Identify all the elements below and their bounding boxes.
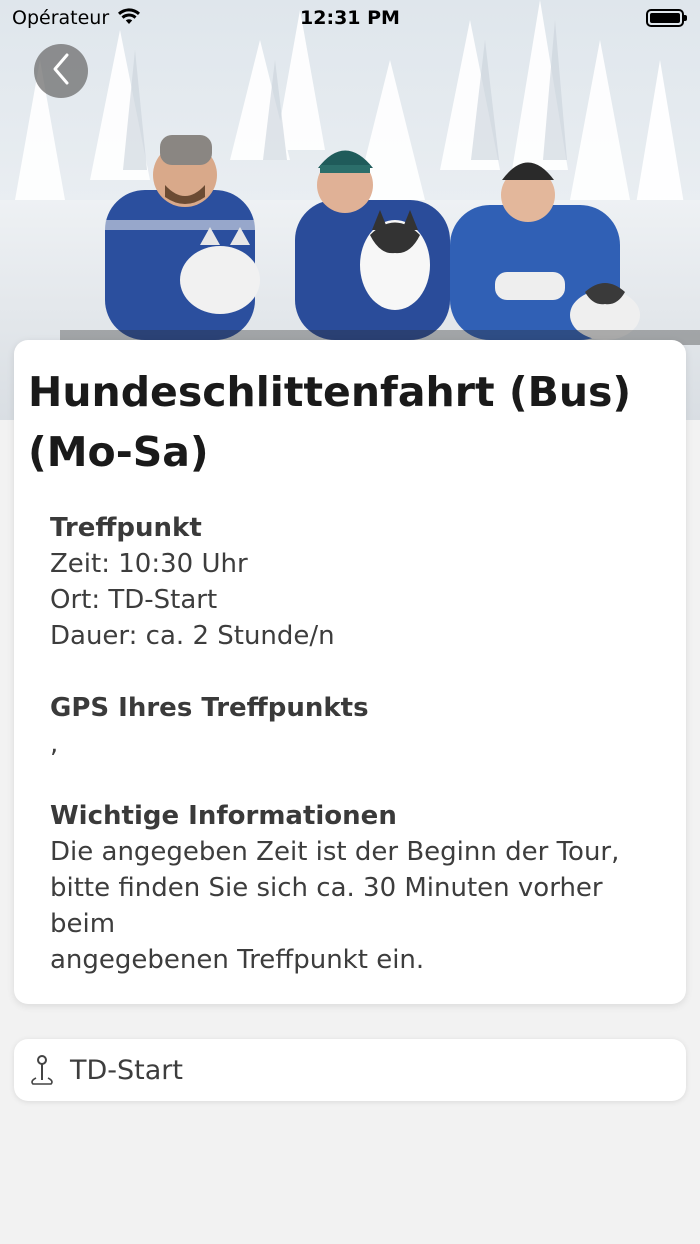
tour-info-card: Hundeschlittenfahrt (Bus) (Mo-Sa) Treffp… — [14, 340, 686, 1004]
back-button[interactable] — [34, 44, 88, 98]
tour-title: Hundeschlittenfahrt (Bus) (Mo-Sa) — [28, 362, 672, 482]
meeting-point-heading: Treffpunkt — [50, 513, 202, 543]
gps-section: GPS Ihres Treffpunkts , — [50, 690, 672, 762]
important-info-line2: bitte finden Sie sich ca. 30 Minuten vor… — [50, 873, 603, 939]
meeting-place: Ort: TD-Start — [50, 585, 218, 615]
location-row[interactable]: TD-Start — [14, 1039, 686, 1101]
tour-duration: Dauer: ca. 2 Stunde/n — [50, 621, 335, 651]
important-info-line1: Die angegeben Zeit ist der Beginn der To… — [50, 837, 620, 867]
important-info-line3: angegebenen Treffpunkt ein. — [50, 945, 425, 975]
status-left: Opérateur — [12, 7, 141, 30]
carrier-label: Opérateur — [12, 7, 110, 29]
gps-heading: GPS Ihres Treffpunkts — [50, 693, 369, 723]
tour-title-line2: (Mo-Sa) — [28, 428, 209, 476]
meeting-time: Zeit: 10:30 Uhr — [50, 549, 248, 579]
status-bar: Opérateur 12:31 PM — [0, 0, 700, 36]
gps-value: , — [50, 729, 59, 759]
location-label: TD-Start — [70, 1054, 183, 1086]
meeting-point-section: Treffpunkt Zeit: 10:30 Uhr Ort: TD-Start… — [50, 510, 672, 654]
chevron-left-icon — [50, 52, 72, 90]
map-pin-icon — [28, 1054, 56, 1086]
tour-title-line1: Hundeschlittenfahrt (Bus) — [28, 368, 632, 416]
screen: Opérateur 12:31 PM Hundeschlittenfahrt (… — [0, 0, 700, 1244]
important-info-section: Wichtige Informationen Die angegeben Zei… — [50, 798, 672, 978]
battery-icon — [646, 9, 687, 27]
wifi-icon — [117, 7, 141, 30]
important-info-heading: Wichtige Informationen — [50, 801, 397, 831]
